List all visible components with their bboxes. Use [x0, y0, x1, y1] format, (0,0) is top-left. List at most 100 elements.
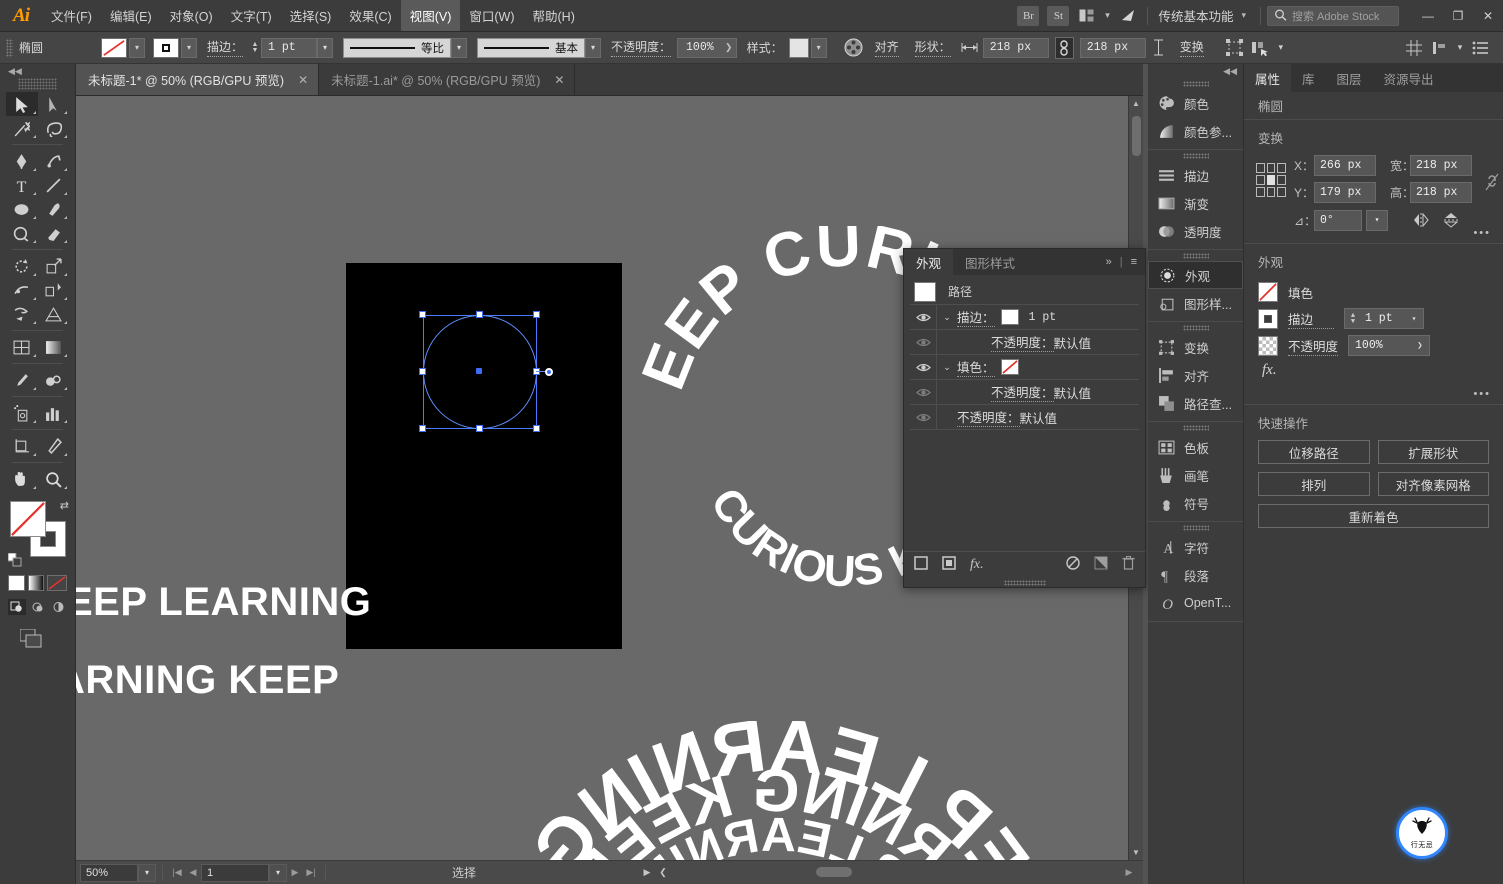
window-restore-button[interactable]: ❐ — [1443, 3, 1473, 29]
stroke-weight-input[interactable]: 1 pt — [1361, 312, 1405, 325]
workspace-selector[interactable]: 传统基本功能 — [1154, 6, 1237, 25]
artwork-text-line-2[interactable]: ARNING KEEP — [76, 658, 339, 703]
arrange-documents-icon[interactable] — [1073, 5, 1099, 27]
select-similar-objects-icon[interactable] — [1248, 36, 1274, 60]
flip-vertical-icon[interactable] — [1438, 209, 1464, 231]
handle-bottom-right[interactable] — [533, 425, 540, 432]
menu-item-6[interactable]: 视图(V) — [400, 0, 461, 31]
appearance-row-value[interactable]: 默认值 — [1054, 333, 1092, 352]
stroke-weight-caret-icon[interactable]: ▾ — [1405, 314, 1423, 324]
handle-bottom-left[interactable] — [419, 425, 426, 432]
ellipse-tool[interactable] — [6, 197, 38, 221]
lasso-tool[interactable] — [38, 116, 70, 140]
x-input[interactable]: 266 px — [1314, 155, 1377, 176]
align-panel-icon[interactable] — [1401, 36, 1427, 60]
magic-wand-tool[interactable] — [6, 116, 38, 140]
draw-inside-icon[interactable] — [49, 599, 67, 615]
status-menu-icon[interactable]: ▶ — [639, 864, 655, 882]
scroll-up-icon[interactable]: ▲ — [1129, 96, 1143, 111]
document-tab-1[interactable]: 未标题-1* @ 50% (RGB/GPU 预览) ✕ — [76, 64, 320, 95]
column-graph-tool[interactable] — [38, 401, 70, 425]
panel-menu-icon[interactable]: ≡ — [1131, 256, 1137, 268]
fill-color-swatch[interactable] — [101, 37, 127, 58]
screen-mode-icon[interactable] — [0, 615, 75, 652]
delete-item-icon[interactable] — [1122, 556, 1135, 573]
dock-item-brushes[interactable]: 画笔 — [1148, 461, 1243, 489]
appearance-row-value[interactable]: 默认值 — [1054, 383, 1092, 402]
stock-search-input[interactable]: 搜索 Adobe Stock — [1267, 5, 1399, 26]
dock-item-color-palette[interactable]: 颜色 — [1148, 89, 1243, 117]
dock-item-swatches[interactable]: 色板 — [1148, 433, 1243, 461]
dock-item-gradient[interactable]: 渐变 — [1148, 189, 1243, 217]
quick-action-3[interactable]: 对齐像素网格 — [1377, 472, 1489, 496]
handle-bottom-center[interactable] — [476, 425, 483, 432]
menu-item-8[interactable]: 帮助(H) — [524, 0, 584, 31]
symbol-sprayer-tool[interactable] — [6, 401, 38, 425]
curvature-tool[interactable] — [38, 149, 70, 173]
default-fill-stroke-icon[interactable] — [7, 552, 22, 567]
dock-item-transparency[interactable]: 透明度 — [1148, 217, 1243, 245]
constrain-proportions-icon[interactable] — [1480, 171, 1503, 193]
dock-item-graphic-styles[interactable]: 图形样... — [1148, 289, 1243, 317]
blend-tool[interactable] — [38, 368, 70, 392]
angle-input[interactable]: 0° — [1314, 209, 1363, 231]
previous-artboard-icon[interactable]: ◀ — [185, 864, 201, 882]
visibility-toggle-icon[interactable] — [910, 362, 936, 373]
vertical-scroll-thumb[interactable] — [1132, 116, 1141, 156]
visibility-toggle-icon[interactable] — [910, 337, 936, 348]
gradient-swatch-button[interactable] — [27, 575, 44, 591]
stroke-weight-stepper[interactable]: ▲ ▼ — [249, 38, 261, 58]
tab-layers[interactable]: 图层 — [1326, 64, 1373, 92]
chevron-down-icon[interactable]: ▾ — [1453, 36, 1467, 60]
zoom-level-input[interactable]: 50% — [80, 863, 138, 882]
width-input[interactable]: 218 px — [1410, 155, 1473, 176]
circular-text-artwork-bottom[interactable]: KEEP LEARNING K LEARNING KEEP KEEP LEARN… — [473, 703, 1090, 860]
width-profile-caret-icon[interactable]: ▾ — [451, 37, 468, 58]
style-caret-icon[interactable]: ▾ — [810, 37, 827, 58]
scroll-down-icon[interactable]: ▼ — [1129, 845, 1143, 860]
opacity-expand-icon[interactable]: ❯ — [722, 42, 736, 53]
artboard-caret-icon[interactable]: ▾ — [269, 863, 287, 882]
opacity-expand-icon[interactable]: ❯ — [1411, 341, 1429, 351]
transform-more-options-icon[interactable]: ••• — [1473, 227, 1491, 239]
none-swatch-button[interactable] — [47, 575, 67, 591]
dock-item-opentype[interactable]: O OpenT... — [1148, 589, 1243, 617]
fill-swatch[interactable] — [1258, 282, 1278, 302]
draw-normal-icon[interactable] — [8, 599, 26, 615]
menu-item-3[interactable]: 文字(T) — [222, 0, 281, 31]
dock-group-grip[interactable] — [1148, 78, 1243, 89]
constrain-proportions-button[interactable] — [1054, 36, 1074, 59]
menu-item-1[interactable]: 编辑(E) — [101, 0, 161, 31]
stroke-color-swatch[interactable] — [153, 37, 179, 58]
appearance-row[interactable]: 不透明度： 默认值 — [910, 330, 1139, 355]
quick-action-0[interactable]: 位移路径 — [1258, 440, 1370, 464]
appearance-row-label[interactable]: 不透明度： — [991, 382, 1054, 402]
recolor-artwork-icon[interactable] — [841, 36, 867, 60]
workspace-chevron-icon[interactable]: ▾ — [1237, 10, 1254, 21]
selection-tool[interactable] — [6, 92, 38, 116]
first-artboard-icon[interactable]: |◀ — [169, 864, 185, 882]
clear-appearance-icon[interactable] — [1066, 556, 1080, 573]
add-fx-icon[interactable]: fx. — [970, 557, 984, 573]
document-tab-2[interactable]: 未标题-1.ai* @ 50% (RGB/GPU 预览) ✕ — [319, 64, 576, 95]
fill-color-indicator[interactable] — [10, 501, 46, 537]
width-tool[interactable] — [6, 278, 38, 302]
window-close-button[interactable]: ✕ — [1473, 3, 1503, 29]
isolate-selected-object-icon[interactable] — [1222, 36, 1248, 60]
menu-item-4[interactable]: 选择(S) — [281, 0, 341, 31]
dock-group-grip[interactable] — [1148, 150, 1243, 161]
distribute-icon[interactable] — [1427, 36, 1453, 60]
visibility-toggle-icon[interactable] — [910, 412, 936, 423]
tab-appearance[interactable]: 外观 — [904, 249, 954, 275]
menu-item-7[interactable]: 窗口(W) — [460, 0, 523, 31]
dock-item-appearance[interactable]: 外观 — [1148, 261, 1243, 289]
handle-middle-left[interactable] — [419, 368, 426, 375]
gradient-tool[interactable] — [38, 335, 70, 359]
appearance-row-label[interactable]: 描边： — [957, 307, 995, 327]
dock-collapse-icon[interactable]: ◀◀ — [1148, 64, 1243, 78]
scroll-right-icon[interactable]: ▶ — [1121, 864, 1137, 882]
dock-item-paragraph[interactable]: ¶ 段落 — [1148, 561, 1243, 589]
appearance-row-label[interactable]: 不透明度： — [957, 407, 1020, 427]
appearance-row-label[interactable]: 填色： — [957, 357, 995, 377]
angle-caret-icon[interactable]: ▾ — [1366, 209, 1389, 231]
